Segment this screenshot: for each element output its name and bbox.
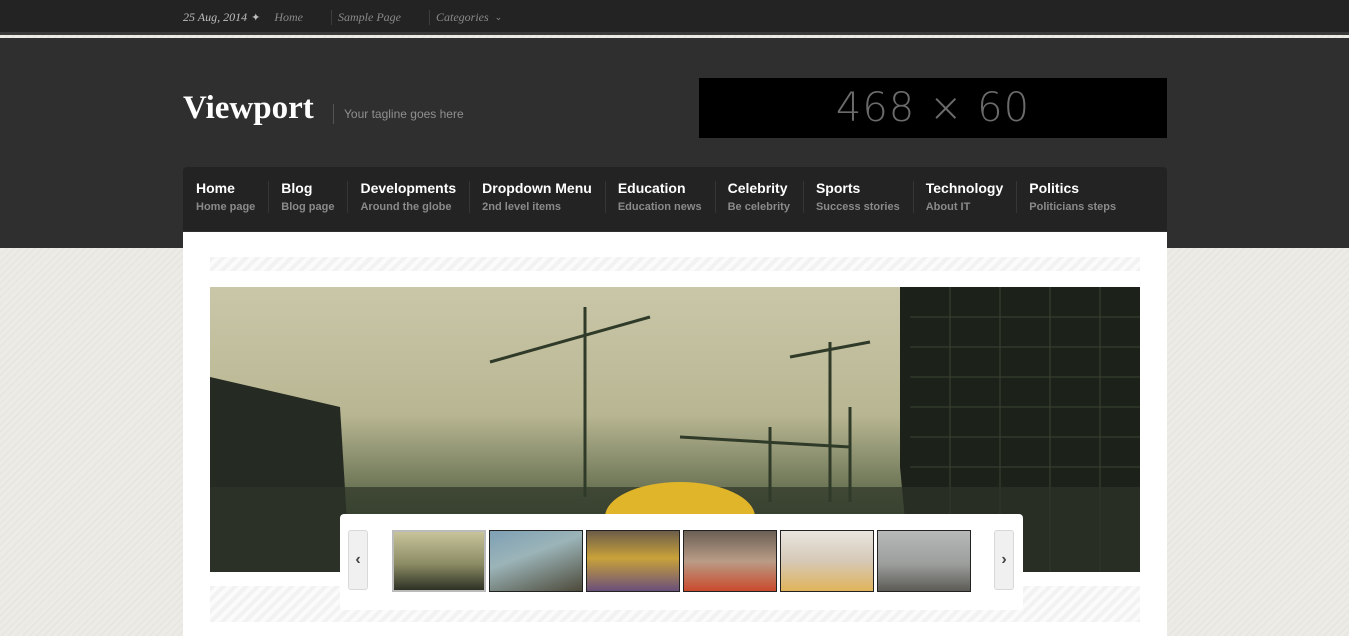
- nav-item-title: Developments: [360, 180, 457, 196]
- thumbnail-road[interactable]: [877, 530, 971, 592]
- thumbnail-classroom[interactable]: [586, 530, 680, 592]
- chevron-left-icon[interactable]: ‹: [348, 530, 368, 590]
- top-bar: 25 Aug, 2014 ✦ Home Sample Page Categori…: [0, 0, 1349, 35]
- current-date: 25 Aug, 2014: [183, 10, 248, 24]
- nav-item-title: Dropdown Menu: [482, 180, 592, 196]
- nav-item-title: Sports: [815, 180, 861, 196]
- thumbnail-carousel: ‹ ›: [340, 514, 1023, 610]
- top-link-home[interactable]: Home: [274, 10, 303, 25]
- nav-item-home[interactable]: Home Home page: [183, 167, 268, 231]
- chevron-down-icon[interactable]: ⌄: [495, 12, 503, 23]
- ad-banner[interactable]: 468 × 60: [699, 78, 1167, 138]
- site-logo[interactable]: Viewport: [183, 90, 314, 127]
- nav-item-blog[interactable]: Blog Blog page: [268, 167, 347, 231]
- nav-item-celebrity[interactable]: Celebrity Be celebrity: [714, 167, 803, 231]
- nav-item-developments[interactable]: Developments Around the globe: [347, 167, 469, 231]
- thumbnail-laptop[interactable]: [780, 530, 874, 592]
- divider-stripe: [210, 257, 1140, 271]
- nav-item-subtitle: Education news: [617, 201, 702, 213]
- nav-item-subtitle: Politicians steps: [1029, 201, 1117, 213]
- nav-item-title: Blog: [281, 180, 313, 196]
- main-nav: Home Home page Blog Blog page Developmen…: [183, 167, 1167, 231]
- site-header: Viewport Your tagline goes here 468 × 60…: [0, 38, 1349, 248]
- thumbnail-strip: [392, 530, 971, 592]
- nav-item-title: Politics: [1029, 180, 1080, 196]
- thumbnail-audience[interactable]: [683, 530, 777, 592]
- thumbnail-construction[interactable]: [392, 530, 486, 592]
- top-link-sample-page[interactable]: Sample Page: [331, 10, 401, 25]
- nav-item-sports[interactable]: Sports Success stories: [802, 167, 913, 231]
- nav-item-title: Education: [617, 180, 686, 196]
- nav-item-education[interactable]: Education Education news: [604, 167, 715, 231]
- nav-item-subtitle: Success stories: [815, 201, 900, 213]
- main-content: ‹ ›: [183, 232, 1167, 636]
- chevron-right-icon[interactable]: ›: [994, 530, 1014, 590]
- nav-item-politics[interactable]: Politics Politicians steps: [1016, 167, 1129, 231]
- nav-item-subtitle: Blog page: [281, 201, 335, 213]
- top-link-categories[interactable]: Categories: [429, 10, 489, 25]
- nav-item-subtitle: Home page: [196, 201, 256, 213]
- nav-item-title: Celebrity: [727, 180, 788, 196]
- nav-item-subtitle: Around the globe: [360, 201, 452, 213]
- nav-item-technology[interactable]: Technology About IT: [912, 167, 1017, 231]
- site-tagline: Your tagline goes here: [333, 104, 464, 124]
- thumbnail-building[interactable]: [489, 530, 583, 592]
- nav-item-subtitle: 2nd level items: [482, 201, 562, 213]
- nav-item-title: Home: [196, 180, 235, 196]
- top-bar-links: 25 Aug, 2014 ✦ Home Sample Page Categori…: [183, 0, 502, 35]
- nav-item-dropdown-menu[interactable]: Dropdown Menu 2nd level items: [469, 167, 605, 231]
- pin-icon: ✦: [251, 12, 261, 24]
- nav-item-subtitle: About IT: [925, 201, 971, 213]
- nav-item-title: Technology: [925, 180, 1004, 196]
- nav-item-subtitle: Be celebrity: [727, 201, 790, 213]
